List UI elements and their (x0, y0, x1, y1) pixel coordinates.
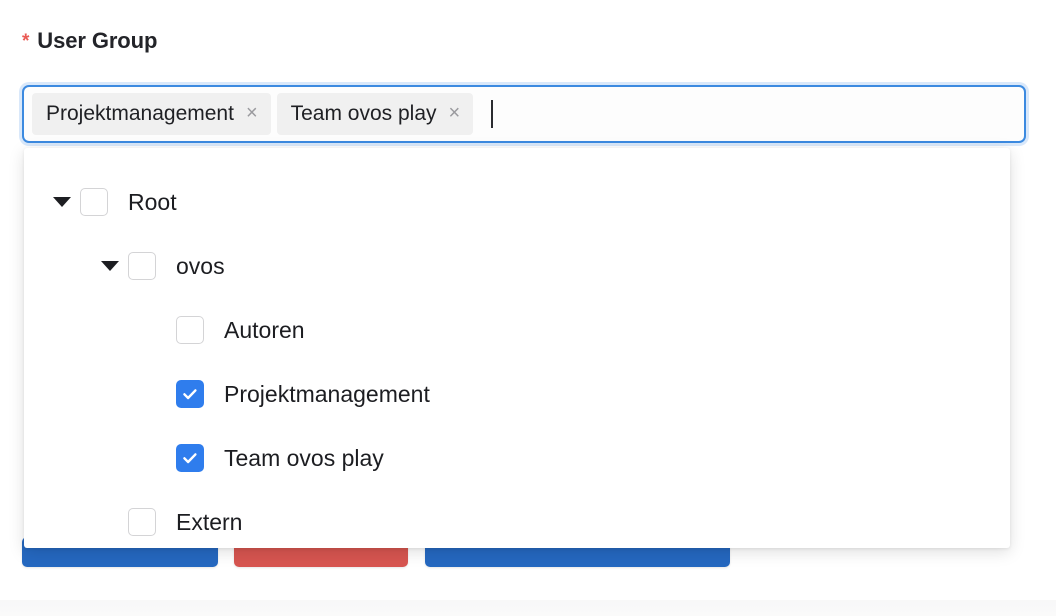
tree-node-checkbox[interactable] (80, 188, 108, 216)
selected-tag[interactable]: Projektmanagement × (32, 93, 271, 135)
required-asterisk: * (22, 31, 30, 52)
tree-node-row[interactable]: Extern (24, 490, 1010, 548)
tree-node-label: ovos (176, 252, 225, 279)
selected-tag-label: Team ovos play (290, 102, 437, 125)
tree-node-row[interactable]: Team ovos play (24, 426, 1010, 490)
caret-down-glyph (53, 197, 71, 207)
tree-node-row[interactable]: ovos (24, 234, 1010, 298)
tree-node-checkbox[interactable] (176, 316, 204, 344)
user-group-dropdown-panel[interactable]: Root ovos Autoren Projektmanagement Team ovo… (24, 148, 1010, 548)
selected-tag-label: Projektmanagement (46, 102, 234, 125)
tree-node-checkbox[interactable] (176, 380, 204, 408)
tree-node-row[interactable]: Projektmanagement (24, 362, 1010, 426)
tree-node-label: Autoren (224, 316, 305, 343)
caret-down-glyph (101, 261, 119, 271)
user-group-tree: Root ovos Autoren Projektmanagement Team ovo… (24, 148, 1010, 548)
tree-node-checkbox[interactable] (176, 444, 204, 472)
tree-node-checkbox[interactable] (128, 508, 156, 536)
tree-node-label: Team ovos play (224, 444, 384, 471)
user-group-multiselect[interactable]: Projektmanagement × Team ovos play × (22, 85, 1026, 143)
tree-node-checkbox[interactable] (128, 252, 156, 280)
field-label: * User Group (22, 28, 157, 54)
caret-down-icon[interactable] (92, 261, 128, 271)
caret-down-icon[interactable] (44, 197, 80, 207)
close-icon[interactable]: × (246, 103, 258, 123)
tree-node-row[interactable]: Autoren (24, 298, 1010, 362)
text-cursor (491, 100, 494, 128)
tree-node-label: Projektmanagement (224, 380, 430, 407)
close-icon[interactable]: × (449, 103, 461, 123)
tree-node-row[interactable]: Root (24, 170, 1010, 234)
tree-node-label: Extern (176, 508, 243, 535)
field-label-text: User Group (37, 28, 158, 53)
tree-node-label: Root (128, 188, 177, 215)
selected-tag[interactable]: Team ovos play × (276, 93, 474, 135)
